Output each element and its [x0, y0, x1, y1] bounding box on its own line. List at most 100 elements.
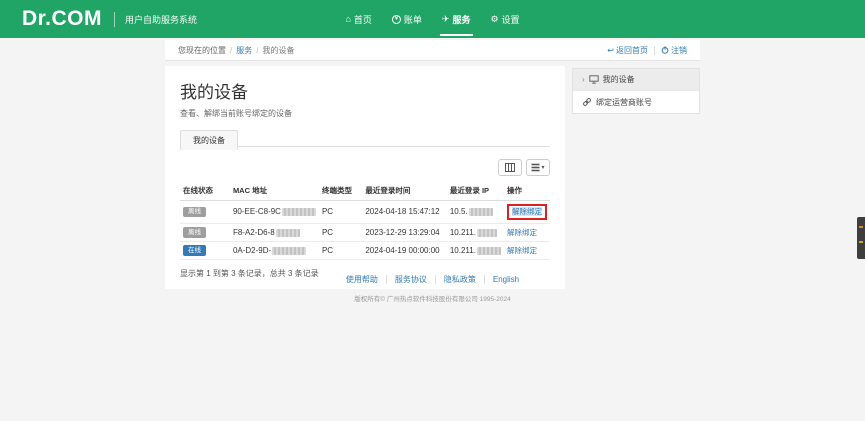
mac-address: 0A-D2-9D-	[233, 246, 271, 255]
col-header-online-status: 在线状态	[180, 181, 230, 201]
red-annotation-box: 解除绑定	[507, 204, 547, 220]
terminal-type: PC	[322, 207, 333, 216]
columns-button[interactable]: ▾	[526, 159, 550, 176]
redacted-ip	[469, 208, 493, 216]
nav-item-services[interactable]: ✈ 服务	[440, 0, 473, 38]
last-login-time: 2023-12-29 13:29:04	[365, 228, 439, 237]
nav-label: 服务	[452, 13, 470, 26]
col-header-last-login-time: 最近登录时间	[362, 181, 447, 201]
dr-com-self-service-page: Dr.COM 用户自助服务系统 ⌂ 首页 ¥ 账单 ✈ 服务 ⚙ 设置	[0, 0, 865, 421]
service-sidebar: › 我的设备 绑定运营商账号	[572, 68, 700, 114]
monitor-icon	[589, 75, 599, 84]
footer-links: 使用帮助 服务协议 隐私政策 English	[165, 274, 700, 285]
redacted-mac	[276, 229, 300, 237]
dr-com-logo[interactable]: Dr.COM	[22, 7, 102, 31]
footer-link-service-agreement[interactable]: 服务协议	[395, 274, 427, 285]
power-icon	[661, 46, 669, 54]
status-badge: 离线	[183, 227, 206, 238]
mac-address: F8-A2-D6-8	[233, 228, 275, 237]
breadcrumb-separator: /	[256, 46, 258, 55]
service-icon: ✈	[442, 15, 450, 24]
nav-item-settings[interactable]: ⚙ 设置	[488, 0, 521, 38]
breadcrumb-bar: 您现在的位置 / 服务 / 我的设备 ↩ 返回首页 注销	[165, 40, 700, 61]
bill-icon: ¥	[392, 15, 401, 24]
table-row: 离线 90-EE-C8-9C PC 2024-04-18 15:47:12 10…	[180, 201, 550, 224]
status-badge: 离线	[183, 207, 206, 218]
columns-icon	[531, 163, 540, 172]
settings-icon: ⚙	[490, 15, 498, 24]
return-home-label: 返回首页	[616, 45, 648, 56]
devices-table: 在线状态 MAC 地址 终端类型 最近登录时间 最近登录 IP 操作 离线 90…	[180, 181, 550, 260]
last-login-ip: 10.5.	[450, 207, 468, 216]
edge-widget[interactable]	[857, 217, 865, 259]
terminal-type: PC	[322, 246, 333, 255]
breadcrumb-current: 我的设备	[262, 45, 294, 56]
tab-my-devices[interactable]: 我的设备	[180, 130, 238, 150]
mac-address: 90-EE-C8-9C	[233, 207, 281, 216]
last-login-ip: 10.211.	[450, 228, 476, 237]
logout-link[interactable]: 注销	[661, 45, 687, 56]
redacted-mac	[272, 247, 306, 255]
breadcrumb-actions: ↩ 返回首页 注销	[607, 45, 687, 56]
nav-label: 账单	[404, 13, 422, 26]
nav-item-home[interactable]: ⌂ 首页	[343, 0, 373, 38]
breadcrumb-link-services[interactable]: 服务	[236, 45, 252, 56]
status-badge: 在线	[183, 245, 206, 256]
logout-label: 注销	[671, 45, 687, 56]
divider	[484, 275, 485, 284]
top-bar: Dr.COM 用户自助服务系统 ⌂ 首页 ¥ 账单 ✈ 服务 ⚙ 设置	[0, 0, 865, 38]
divider	[654, 46, 655, 55]
tab-bar: 我的设备	[180, 129, 550, 147]
divider	[435, 275, 436, 284]
last-login-ip: 10.211.	[450, 246, 476, 255]
page-title: 我的设备	[180, 78, 550, 103]
toggle-view-icon	[505, 163, 515, 172]
system-name: 用户自助服务系统	[125, 13, 197, 26]
divider	[386, 275, 387, 284]
chevron-down-icon: ▾	[541, 165, 544, 171]
table-row: 在线 0A-D2-9D- PC 2024-04-19 00:00:00 10.2…	[180, 241, 550, 259]
breadcrumb: 您现在的位置 / 服务 / 我的设备	[178, 45, 294, 56]
unbind-link[interactable]: 解除绑定	[507, 228, 537, 237]
table-toolbar: ▾	[180, 159, 550, 176]
redacted-ip	[477, 229, 497, 237]
last-login-time: 2024-04-19 00:00:00	[365, 246, 439, 255]
nav-label: 首页	[354, 13, 372, 26]
return-icon: ↩	[607, 46, 614, 55]
footer: 使用帮助 服务协议 隐私政策 English 版权所有© 广州热点软件科技股份有…	[165, 274, 700, 303]
copyright-text: 版权所有© 广州热点软件科技股份有限公司 1995-2024	[165, 293, 700, 303]
footer-link-help[interactable]: 使用帮助	[346, 274, 378, 285]
redacted-mac	[282, 208, 316, 216]
col-header-last-login-ip: 最近登录 IP	[447, 181, 504, 201]
brand[interactable]: Dr.COM 用户自助服务系统	[0, 7, 197, 31]
toggle-view-button[interactable]	[498, 159, 522, 176]
link-icon	[582, 97, 592, 107]
sidebar-item-my-devices[interactable]: › 我的设备	[573, 69, 699, 91]
return-home-link[interactable]: ↩ 返回首页	[607, 45, 648, 56]
terminal-type: PC	[322, 228, 333, 237]
nav-label: 设置	[502, 13, 520, 26]
nav-item-bills[interactable]: ¥ 账单	[390, 0, 424, 38]
page-subtitle: 查看、解绑当前账号绑定的设备	[180, 108, 550, 119]
my-devices-panel: 我的设备 查看、解绑当前账号绑定的设备 我的设备 ▾	[165, 66, 565, 289]
unbind-link[interactable]: 解除绑定	[507, 246, 537, 255]
sidebar-item-label: 绑定运营商账号	[596, 97, 652, 108]
unbind-link[interactable]: 解除绑定	[512, 207, 542, 216]
last-login-time: 2024-04-18 15:47:12	[365, 207, 439, 216]
brand-divider	[114, 12, 115, 27]
home-icon: ⌂	[345, 15, 350, 24]
main-nav: ⌂ 首页 ¥ 账单 ✈ 服务 ⚙ 设置	[343, 0, 521, 38]
table-row: 离线 F8-A2-D6-8 PC 2023-12-29 13:29:04 10.…	[180, 223, 550, 241]
col-header-operation: 操作	[504, 181, 550, 201]
footer-link-english[interactable]: English	[493, 275, 519, 284]
sidebar-item-bind-operator-account[interactable]: 绑定运营商账号	[573, 91, 699, 113]
chevron-right-icon: ›	[582, 75, 585, 84]
table-header-row: 在线状态 MAC 地址 终端类型 最近登录时间 最近登录 IP 操作	[180, 181, 550, 201]
col-header-mac: MAC 地址	[230, 181, 319, 201]
breadcrumb-prefix: 您现在的位置	[178, 45, 226, 56]
breadcrumb-separator: /	[230, 46, 232, 55]
footer-link-privacy-policy[interactable]: 隐私政策	[444, 274, 476, 285]
redacted-ip	[477, 247, 501, 255]
sidebar-item-label: 我的设备	[603, 74, 635, 85]
col-header-terminal-type: 终端类型	[319, 181, 362, 201]
